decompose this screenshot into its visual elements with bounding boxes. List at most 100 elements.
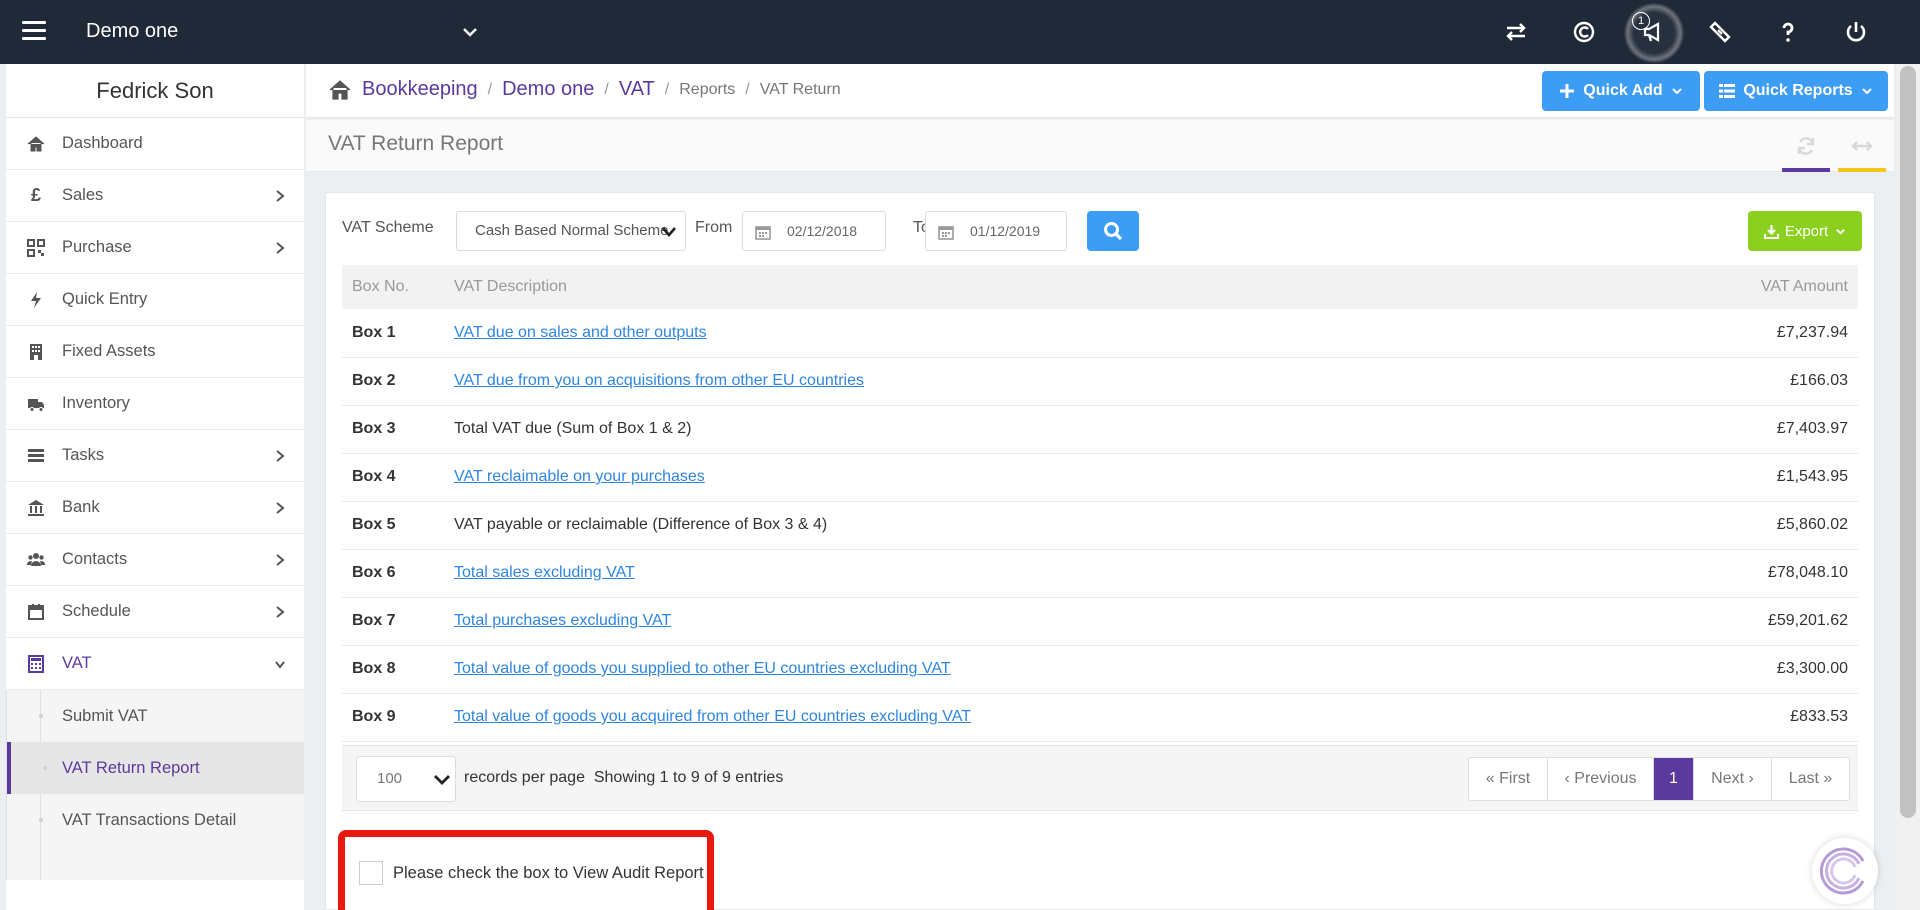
expand-horizontal-icon <box>1851 141 1873 151</box>
search-button[interactable] <box>1087 211 1139 251</box>
records-per-page-label: records per page <box>464 769 585 786</box>
table-row: Box 5 VAT payable or reclaimable (Differe… <box>342 501 1858 550</box>
pagination-last-label: Last <box>1788 770 1819 787</box>
sidebar-item-fixed-assets[interactable]: Fixed Assets <box>6 326 304 378</box>
megaphone-icon[interactable]: 1 <box>1618 0 1686 64</box>
pagination-previous[interactable]: ‹ Previous <box>1547 758 1653 800</box>
chat-widget-button[interactable] <box>1812 838 1878 904</box>
quick-add-button[interactable]: Quick Add <box>1542 71 1700 111</box>
breadcrumb-company[interactable]: Demo one <box>502 78 594 101</box>
audit-report-label[interactable]: Please check the box to View Audit Repor… <box>393 864 704 883</box>
audit-report-checkbox[interactable] <box>359 861 383 885</box>
to-date-input[interactable]: 01/12/2019 <box>925 211 1067 251</box>
power-icon[interactable] <box>1822 0 1890 64</box>
sidebar-item-inventory[interactable]: Inventory <box>6 378 304 430</box>
company-name[interactable]: Demo one <box>86 20 178 43</box>
showing-entries-text: Showing 1 to 9 of 9 entries <box>593 769 784 786</box>
copyright-icon[interactable] <box>1550 0 1618 64</box>
export-button[interactable]: Export <box>1748 211 1862 251</box>
notification-badge: 1 <box>1632 12 1650 30</box>
column-header-description[interactable]: VAT Description <box>444 265 1623 309</box>
chat-logo-icon <box>1819 847 1865 895</box>
bank-icon <box>26 498 46 518</box>
sidebar-item-label: Dashboard <box>62 134 143 152</box>
pagination-first[interactable]: « First <box>1469 758 1547 800</box>
sidebar-item-label: Fixed Assets <box>62 342 156 360</box>
column-header-box-no[interactable]: Box No. <box>342 265 444 309</box>
records-per-page-select[interactable]: 100 <box>356 756 456 802</box>
table-row: Box 3 Total VAT due (Sum of Box 1 & 2) £7,… <box>342 405 1858 454</box>
sidebar-item-sales[interactable]: £ Sales <box>6 170 304 222</box>
breadcrumb-reports: Reports <box>679 80 736 98</box>
pagination-next[interactable]: Next › <box>1693 758 1771 800</box>
sidebar-item-purchase[interactable]: Purchase <box>6 222 304 274</box>
menu-toggle-icon[interactable] <box>22 21 46 41</box>
calendar-icon <box>938 226 954 240</box>
description-text: Total VAT due (Sum of Box 1 & 2) <box>454 420 692 437</box>
page-scrollbar[interactable] <box>1896 64 1920 910</box>
box-number-cell: Box 2 <box>342 357 444 406</box>
chevron-down-icon <box>434 775 450 785</box>
export-label: Export <box>1784 222 1829 240</box>
description-cell: VAT due on sales and other outputs <box>444 309 1623 358</box>
report-panel: VAT Scheme Cash Based Normal Scheme From… <box>325 192 1875 910</box>
from-date-value: 02/12/2018 <box>787 223 858 239</box>
top-navbar: Demo one 1 <box>0 0 1920 64</box>
vat-scheme-select[interactable]: Cash Based Normal Scheme <box>456 211 686 251</box>
sidebar: Fedrick Son Dashboard £ Sales Purchase Q… <box>6 64 304 910</box>
description-link[interactable]: VAT due on sales and other outputs <box>454 324 707 341</box>
description-link[interactable]: VAT reclaimable on your purchases <box>454 468 705 485</box>
box-number-cell: Box 6 <box>342 549 444 598</box>
breadcrumb-vat[interactable]: VAT <box>619 78 655 101</box>
breadcrumb-bookkeeping[interactable]: Bookkeeping <box>362 78 478 101</box>
sidebar-item-contacts[interactable]: Contacts <box>6 534 304 586</box>
sidebar-item-label: Sales <box>62 186 104 204</box>
sidebar-item-quick-entry[interactable]: Quick Entry <box>6 274 304 326</box>
pagination-last[interactable]: Last » <box>1771 758 1849 800</box>
expand-button[interactable] <box>1838 132 1886 172</box>
column-header-amount[interactable]: VAT Amount <box>1622 265 1858 309</box>
vat-amount-cell: £7,237.94 <box>1622 309 1858 358</box>
pagination-page-1[interactable]: 1 <box>1653 758 1693 800</box>
description-link[interactable]: Total sales excluding VAT <box>454 564 635 581</box>
chevron-right-icon <box>276 554 285 566</box>
audit-report-highlight: Please check the box to View Audit Repor… <box>338 830 714 910</box>
sidebar-item-bank[interactable]: Bank <box>6 482 304 534</box>
transfer-icon[interactable] <box>1482 0 1550 64</box>
description-link[interactable]: Total value of goods you supplied to oth… <box>454 660 951 677</box>
user-name: Fedrick Son <box>6 64 304 118</box>
top-toolbar: 1 <box>1482 0 1890 64</box>
description-link[interactable]: VAT due from you on acquisitions from ot… <box>454 372 864 389</box>
tasks-icon <box>26 446 46 466</box>
sidebar-item-label: Quick Entry <box>62 290 148 308</box>
sidebar-subitem-vat-return-report[interactable]: VAT Return Report <box>7 742 304 794</box>
description-link[interactable]: Total value of goods you acquired from o… <box>454 708 971 725</box>
quick-add-label: Quick Add <box>1583 82 1663 99</box>
sidebar-item-dashboard[interactable]: Dashboard <box>6 118 304 170</box>
sidebar-subitem-submit-vat[interactable]: Submit VAT <box>7 690 304 742</box>
scrollbar-thumb[interactable] <box>1900 66 1916 818</box>
sidebar-item-schedule[interactable]: Schedule <box>6 586 304 638</box>
table-row: Box 4 VAT reclaimable on your purchases £1… <box>342 453 1858 502</box>
description-cell: Total purchases excluding VAT <box>444 597 1623 646</box>
sidebar-item-vat[interactable]: VAT <box>6 638 304 690</box>
chevron-down-icon <box>1861 88 1872 95</box>
users-icon <box>26 550 46 570</box>
description-cell: Total value of goods you supplied to oth… <box>444 645 1623 694</box>
help-icon[interactable] <box>1754 0 1822 64</box>
table-row: Box 8 Total value of goods you supplied t… <box>342 645 1858 694</box>
from-date-input[interactable]: 02/12/2018 <box>742 211 886 251</box>
vat-scheme-value: Cash Based Normal Scheme <box>475 222 669 239</box>
quick-reports-button[interactable]: Quick Reports <box>1704 71 1888 111</box>
home-icon[interactable] <box>328 79 352 101</box>
sidebar-subitem-vat-transactions-detail[interactable]: VAT Transactions Detail <box>7 794 304 846</box>
building-icon <box>26 342 46 362</box>
description-cell: VAT payable or reclaimable (Difference o… <box>444 501 1623 550</box>
sidebar-item-tasks[interactable]: Tasks <box>6 430 304 482</box>
description-link[interactable]: Total purchases excluding VAT <box>454 612 671 629</box>
chevron-down-icon[interactable] <box>460 22 480 42</box>
vat-scheme-label: VAT Scheme <box>342 219 434 236</box>
ticket-icon[interactable] <box>1686 0 1754 64</box>
breadcrumb-vat-return: VAT Return <box>759 80 841 98</box>
refresh-button[interactable] <box>1782 132 1830 172</box>
